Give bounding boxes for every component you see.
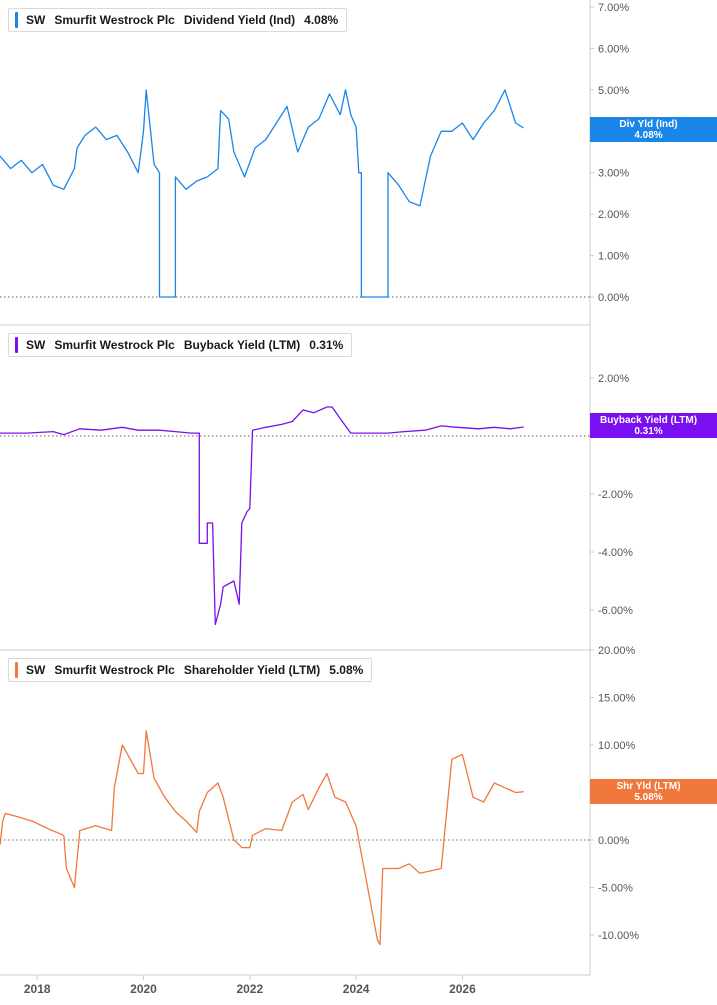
y-tick-label: 3.00% xyxy=(598,168,629,180)
y-tick-label: -6.00% xyxy=(598,605,633,617)
dividend-yield-tag-label: Div Yld (Ind) xyxy=(619,119,677,130)
legend-ticker: SW xyxy=(26,13,46,27)
y-tick-label: 5.00% xyxy=(598,85,629,97)
x-tick-label: 2022 xyxy=(236,982,263,996)
y-tick-label: 0.00% xyxy=(598,835,629,847)
dividend-yield-panel: 7.00%6.00%5.00%4.00%3.00%2.00%1.00%0.00%… xyxy=(0,0,717,325)
legend-value: 4.08% xyxy=(304,13,339,27)
legend-company: Smurfit Westrock Plc xyxy=(54,13,175,27)
y-tick-label: 20.00% xyxy=(598,645,636,657)
y-tick-label: 6.00% xyxy=(598,43,629,55)
buyback-yield-panel: 2.00% -2.00% -4.00% -6.00% Buyback Yield (LT… xyxy=(0,324,717,650)
dividend-yield-swatch xyxy=(15,12,18,28)
y-tick-label: -10.00% xyxy=(598,930,639,942)
shareholder-yield-swatch xyxy=(15,662,18,678)
x-tick-label: 2018 xyxy=(24,982,51,996)
legend-metric: Buyback Yield (LTM) xyxy=(183,338,301,352)
legend-value: 5.08% xyxy=(329,663,364,677)
y-tick-label: -2.00% xyxy=(598,489,633,501)
dividend-yield-legend[interactable]: SW Smurfit Westrock Plc Dividend Yield (… xyxy=(8,8,348,32)
legend-company: Smurfit Westrock Plc xyxy=(54,338,175,352)
legend-metric: Shareholder Yield (LTM) xyxy=(183,663,321,677)
x-axis: 2018 2020 2022 2024 2026 xyxy=(0,974,590,996)
x-tick-label: 2026 xyxy=(449,982,476,996)
y-tick-label: 2.00% xyxy=(598,209,629,221)
buyback-yield-tag-label: Buyback Yield (LTM) xyxy=(600,415,697,426)
shareholder-yield-tag-value: 5.08% xyxy=(634,792,662,803)
buyback-yield-legend[interactable]: SW Smurfit Westrock Plc Buyback Yield (L… xyxy=(8,333,353,357)
shareholder-yield-tag-label: Shr Yld (LTM) xyxy=(616,781,680,792)
y-tick-label: 15.00% xyxy=(598,693,636,705)
y-tick-label: -4.00% xyxy=(598,547,633,559)
y-tick-label: 1.00% xyxy=(598,251,629,263)
x-tick-label: 2024 xyxy=(343,982,370,996)
buyback-yield-tag-value: 0.31% xyxy=(634,426,662,437)
legend-metric: Dividend Yield (Ind) xyxy=(183,13,296,27)
buyback-yield-swatch xyxy=(15,337,18,353)
x-tick-label: 2020 xyxy=(130,982,157,996)
chart-area: 7.00%6.00%5.00%4.00%3.00%2.00%1.00%0.00%… xyxy=(0,0,717,996)
y-tick-label: -5.00% xyxy=(598,883,633,895)
y-tick-label: 2.00% xyxy=(598,373,629,385)
shareholder-yield-line xyxy=(0,730,524,946)
shareholder-yield-legend[interactable]: SW Smurfit Westrock Plc Shareholder Yiel… xyxy=(8,658,373,682)
y-tick-label: 10.00% xyxy=(598,740,636,752)
y-tick-label: 7.00% xyxy=(598,2,629,14)
y-tick-label: 0.00% xyxy=(598,292,629,304)
dividend-yield-tag-value: 4.08% xyxy=(634,130,662,141)
shareholder-yield-panel: 20.00%15.00%10.00%5.00%0.00%-5.00%-10.00… xyxy=(0,645,717,975)
legend-company: Smurfit Westrock Plc xyxy=(54,663,175,677)
legend-value: 0.31% xyxy=(309,338,344,352)
dividend-yield-line xyxy=(0,89,524,298)
legend-ticker: SW xyxy=(26,663,46,677)
legend-ticker: SW xyxy=(26,338,46,352)
buyback-yield-line xyxy=(0,406,524,626)
